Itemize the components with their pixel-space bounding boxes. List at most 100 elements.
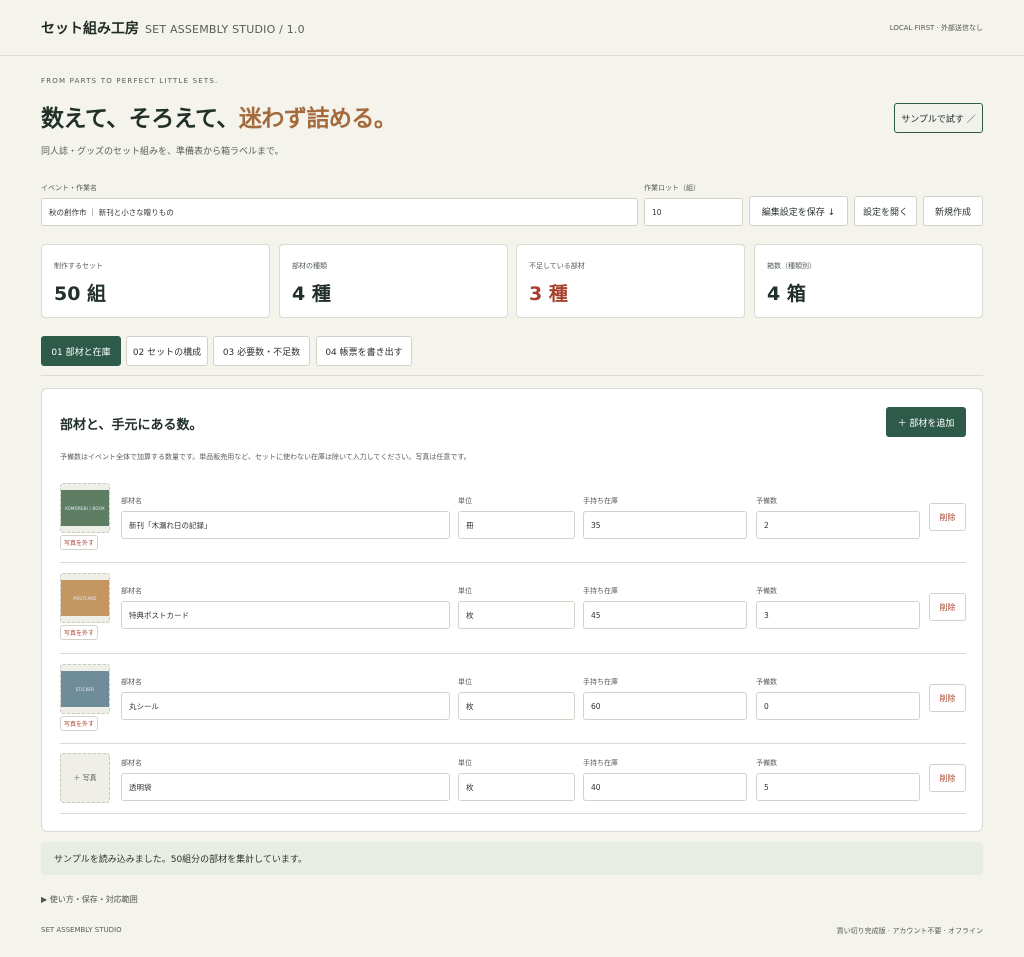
- part-photo[interactable]: POSTCARD: [60, 573, 110, 623]
- delete-part-button[interactable]: 削除: [929, 503, 966, 531]
- stock-label: 手持ち在庫: [583, 678, 618, 686]
- panel-title: 部材と、手元にある数。: [60, 418, 203, 433]
- photo-caption: STICKER: [75, 686, 95, 692]
- new-project-button[interactable]: 新規作成: [923, 196, 983, 226]
- stock-label: 手持ち在庫: [583, 587, 618, 595]
- help-details-toggle[interactable]: ▶ 使い方・保存・対応範囲: [41, 894, 138, 905]
- part-name-field[interactable]: 特典ポストカード: [121, 601, 450, 629]
- stat-card-part-types: 部材の種類 4 種: [279, 244, 508, 318]
- stat-card-shortage: 不足している部材 3 種: [516, 244, 745, 318]
- unit-label: 単位: [458, 759, 472, 767]
- top-bar: セット組み工房 SET ASSEMBLY STUDIO / 1.0 LOCAL …: [0, 0, 1024, 56]
- part-photo[interactable]: STICKER: [60, 664, 110, 714]
- stat-label: 部材の種類: [292, 262, 327, 270]
- stock-field[interactable]: 45: [583, 601, 747, 629]
- tab-set-composition[interactable]: 02 セットの構成: [126, 336, 208, 366]
- spare-field[interactable]: 3: [756, 601, 920, 629]
- unit-field[interactable]: 冊: [458, 511, 575, 539]
- hero-title-accent: 迷わず詰める。: [238, 106, 397, 132]
- stat-value: 4 種: [292, 283, 331, 305]
- brand-name: セット組み工房: [41, 20, 139, 37]
- spare-label: 予備数: [756, 587, 777, 595]
- add-photo-label: ＋ 写真: [73, 774, 97, 782]
- lede: 同人誌・グッズのセット組みを、準備表から箱ラベルまで。: [41, 147, 284, 157]
- spare-field[interactable]: 0: [756, 692, 920, 720]
- unit-label: 単位: [458, 678, 472, 686]
- part-name-field[interactable]: 丸シール: [121, 692, 450, 720]
- status-message: サンプルを読み込みました。50組分の部材を集計しています。: [41, 842, 983, 875]
- part-row: STICKER 写真を外す 部材名 丸シール 単位 枚 手持ち在庫 60 予備数…: [60, 664, 966, 744]
- stat-card-boxes: 箱数（種類別） 4 箱: [754, 244, 983, 318]
- hero-title-main: 数えて、そろえて、: [41, 106, 239, 132]
- part-name-label: 部材名: [121, 759, 142, 767]
- event-name-field[interactable]: 秋の創作市 ｜ 新刊と小さな贈りもの: [41, 198, 638, 226]
- part-row: KOMOREBI / BOOK 写真を外す 部材名 新刊「木漏れ日の記録」 単位…: [60, 483, 966, 563]
- unit-label: 単位: [458, 587, 472, 595]
- part-name-label: 部材名: [121, 587, 142, 595]
- parts-panel: 部材と、手元にある数。 ＋ 部材を追加 予備数はイベント全体で加算する数量です。…: [41, 388, 983, 832]
- photo-thumbnail: STICKER: [61, 671, 109, 707]
- unit-label: 単位: [458, 497, 472, 505]
- spare-label: 予備数: [756, 678, 777, 686]
- delete-part-button[interactable]: 削除: [929, 684, 966, 712]
- try-sample-button[interactable]: サンプルで試す ／: [894, 103, 983, 133]
- part-name-field[interactable]: 透明袋: [121, 773, 450, 801]
- stock-field[interactable]: 35: [583, 511, 747, 539]
- stock-field[interactable]: 60: [583, 692, 747, 720]
- photo-thumbnail: KOMOREBI / BOOK: [61, 490, 109, 526]
- row-divider: [60, 653, 966, 654]
- stat-value: 50 組: [54, 283, 107, 305]
- add-part-button[interactable]: ＋ 部材を追加: [886, 407, 966, 437]
- part-row: POSTCARD 写真を外す 部材名 特典ポストカード 単位 枚 手持ち在庫 4…: [60, 573, 966, 654]
- spare-label: 予備数: [756, 497, 777, 505]
- stock-label: 手持ち在庫: [583, 497, 618, 505]
- eyebrow: FROM PARTS TO PERFECT LITTLE SETS.: [41, 77, 219, 85]
- spare-field[interactable]: 5: [756, 773, 920, 801]
- lot-label: 作業ロット（組）: [644, 184, 700, 192]
- delete-part-button[interactable]: 削除: [929, 593, 966, 621]
- footer-note: 買い切り完成版 · アカウント不要 · オフライン: [836, 927, 983, 935]
- unit-field[interactable]: 枚: [458, 601, 575, 629]
- stat-label: 箱数（種類別）: [767, 262, 816, 270]
- unit-field[interactable]: 枚: [458, 692, 575, 720]
- privacy-note: LOCAL FIRST · 外部送信なし: [889, 23, 983, 32]
- stat-value: 3 種: [529, 283, 568, 305]
- unit-field[interactable]: 枚: [458, 773, 575, 801]
- part-name-label: 部材名: [121, 497, 142, 505]
- row-divider: [60, 743, 966, 744]
- part-name-field[interactable]: 新刊「木漏れ日の記録」: [121, 511, 450, 539]
- stock-field[interactable]: 40: [583, 773, 747, 801]
- remove-photo-button[interactable]: 写真を外す: [60, 535, 98, 550]
- part-row: ＋ 写真 部材名 透明袋 単位 枚 手持ち在庫 40 予備数 5 削除: [60, 753, 966, 815]
- brand-subtitle: SET ASSEMBLY STUDIO / 1.0: [145, 22, 305, 36]
- tab-required-shortage[interactable]: 03 必要数・不足数: [213, 336, 310, 366]
- spare-label: 予備数: [756, 759, 777, 767]
- tab-export-forms[interactable]: 04 帳票を書き出す: [316, 336, 412, 366]
- add-photo-slot[interactable]: ＋ 写真: [60, 753, 110, 803]
- photo-caption: KOMOREBI / BOOK: [65, 505, 105, 511]
- spare-field[interactable]: 2: [756, 511, 920, 539]
- hero-title: 数えて、そろえて、迷わず詰める。: [41, 99, 983, 133]
- remove-photo-button[interactable]: 写真を外す: [60, 716, 98, 731]
- stat-value: 4 箱: [767, 283, 806, 305]
- delete-part-button[interactable]: 削除: [929, 764, 966, 792]
- open-settings-button[interactable]: 設定を開く: [854, 196, 917, 226]
- part-name-label: 部材名: [121, 678, 142, 686]
- panel-note: 予備数はイベント全体で加算する数量です。単品販売用など、セットに使わない在庫は除…: [60, 453, 471, 461]
- photo-thumbnail: POSTCARD: [61, 580, 109, 616]
- remove-photo-button[interactable]: 写真を外す: [60, 625, 98, 640]
- stat-label: 不足している部材: [529, 262, 585, 270]
- photo-caption: POSTCARD: [73, 595, 97, 601]
- stat-card-sets: 制作するセット 50 組: [41, 244, 270, 318]
- brand: セット組み工房 SET ASSEMBLY STUDIO / 1.0: [41, 18, 305, 38]
- row-divider: [60, 813, 966, 814]
- stat-label: 制作するセット: [54, 262, 103, 270]
- stock-label: 手持ち在庫: [583, 759, 618, 767]
- tab-divider: [41, 375, 983, 376]
- save-settings-button[interactable]: 編集設定を保存 ↓: [749, 196, 848, 226]
- lot-field[interactable]: 10: [644, 198, 743, 226]
- footer-brand: SET ASSEMBLY STUDIO: [41, 926, 122, 934]
- row-divider: [60, 562, 966, 563]
- part-photo[interactable]: KOMOREBI / BOOK: [60, 483, 110, 533]
- tab-parts-stock[interactable]: 01 部材と在庫: [41, 336, 121, 366]
